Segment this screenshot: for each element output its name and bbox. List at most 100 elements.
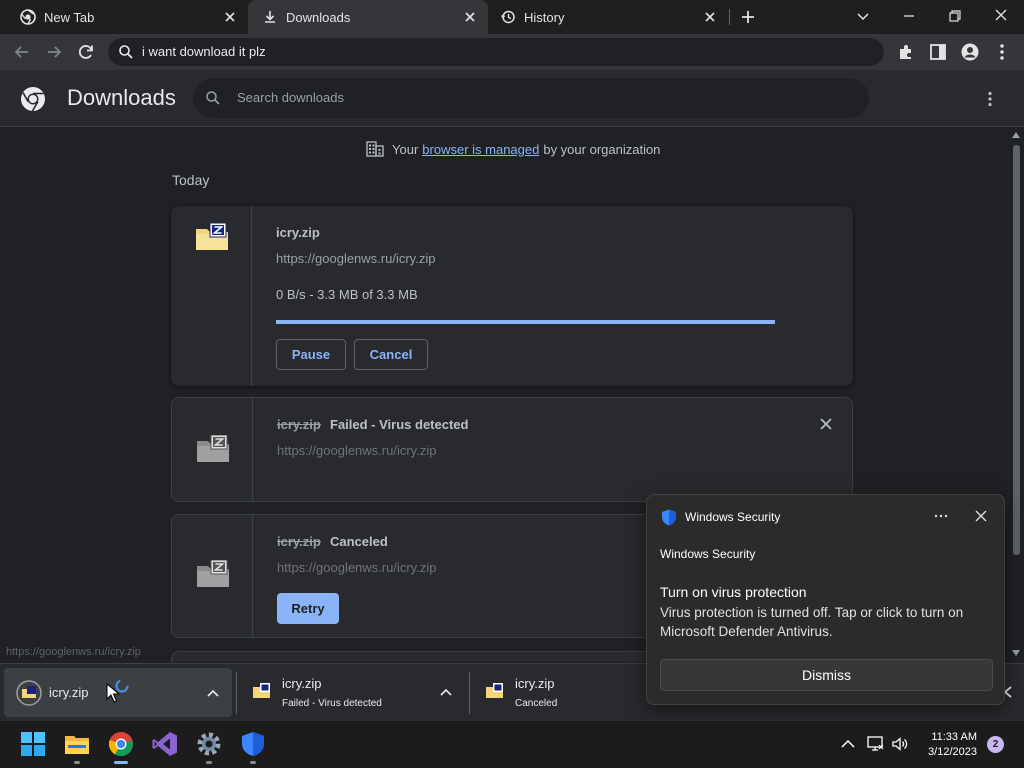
tab-strip: New Tab Downloads History: [0, 0, 1024, 34]
tab-history[interactable]: History: [488, 0, 728, 34]
running-indicator: [250, 761, 256, 764]
section-date-label: Today: [172, 172, 210, 188]
download-item: icry.zip Failed - Virus detected https:/…: [171, 397, 853, 502]
search-downloads-input[interactable]: Search downloads: [193, 78, 869, 118]
taskbar: 11:33 AM 3/12/2023 2: [0, 720, 1024, 768]
profile-icon[interactable]: [960, 42, 980, 62]
extensions-icon[interactable]: [896, 42, 916, 62]
restore-icon[interactable]: [947, 8, 963, 24]
zip-file-icon: [197, 435, 229, 462]
shelf-separator: [236, 672, 237, 714]
close-icon[interactable]: [975, 510, 987, 522]
file-explorer-icon[interactable]: [64, 731, 90, 757]
windows-security-toast[interactable]: Windows Security Windows Security Turn o…: [646, 494, 1005, 705]
settings-gear-icon[interactable]: [196, 731, 222, 757]
download-status: Failed - Virus detected: [330, 417, 469, 432]
progress-text: 0 B/s - 3.3 MB of 3.3 MB: [276, 287, 418, 302]
chevron-up-icon[interactable]: [841, 738, 855, 750]
zip-file-icon: [16, 680, 42, 706]
volume-icon[interactable]: [891, 735, 909, 753]
file-name: icry.zip: [277, 534, 321, 549]
file-url[interactable]: https://googlenws.ru/icry.zip: [277, 560, 436, 575]
chrome-icon: [20, 9, 36, 25]
scroll-up-icon[interactable]: [1012, 132, 1020, 138]
menu-icon[interactable]: [992, 42, 1012, 62]
building-icon: [366, 141, 384, 157]
chevron-up-icon[interactable]: [439, 685, 453, 699]
running-indicator: [206, 761, 212, 764]
back-icon[interactable]: [12, 42, 32, 62]
tab-label: New Tab: [44, 9, 95, 25]
new-tab-icon[interactable]: [739, 8, 757, 26]
file-url[interactable]: https://googlenws.ru/icry.zip: [276, 251, 435, 266]
reload-icon[interactable]: [76, 42, 96, 62]
chevron-down-icon[interactable]: [855, 8, 871, 24]
tab-new-tab[interactable]: New Tab: [0, 0, 248, 34]
file-url[interactable]: https://googlenws.ru/icry.zip: [277, 443, 436, 458]
scrollbar[interactable]: [1008, 127, 1024, 662]
download-icon: [265, 11, 275, 23]
search-icon: [119, 45, 133, 59]
managed-prefix: Your: [392, 141, 419, 157]
windows-security-shield-icon[interactable]: [240, 731, 266, 757]
window-close-icon[interactable]: [993, 7, 1009, 23]
chevron-up-icon[interactable]: [206, 686, 220, 700]
scroll-down-icon[interactable]: [1012, 650, 1020, 656]
shelf-item[interactable]: icry.zip Failed - Virus detected: [240, 664, 468, 721]
search-placeholder: Search downloads: [237, 90, 344, 105]
file-icon-column: [171, 206, 252, 386]
retry-button[interactable]: Retry: [277, 593, 339, 624]
more-options-icon[interactable]: [934, 511, 948, 521]
mouse-cursor-icon: [106, 683, 120, 703]
shelf-item-name: icry.zip: [282, 676, 322, 691]
shelf-separator: [469, 672, 470, 714]
status-bar-url: https://googlenws.ru/icry.zip: [0, 644, 147, 662]
system-clock[interactable]: 11:33 AM 3/12/2023: [928, 730, 977, 760]
remove-icon[interactable]: [819, 417, 833, 431]
scrollbar-thumb[interactable]: [1013, 145, 1020, 555]
chrome-icon[interactable]: [108, 731, 134, 757]
dismiss-button[interactable]: Dismiss: [660, 659, 993, 691]
search-icon: [206, 91, 220, 105]
progress-bar: [276, 320, 775, 324]
visual-studio-icon[interactable]: [152, 731, 178, 757]
close-icon[interactable]: [222, 9, 238, 25]
toast-app-name: Windows Security: [685, 510, 781, 524]
shelf-item-status: Canceled: [515, 698, 558, 709]
close-icon[interactable]: [702, 9, 718, 25]
zip-file-icon: [196, 223, 228, 250]
file-name[interactable]: icry.zip: [276, 225, 320, 240]
shelf-item-status: Failed - Virus detected: [282, 698, 382, 709]
notification-badge[interactable]: 2: [987, 736, 1004, 753]
tab-downloads[interactable]: Downloads: [248, 0, 488, 34]
history-icon: [500, 10, 515, 24]
zip-file-icon: [253, 683, 270, 698]
windows-start-icon[interactable]: [20, 731, 46, 757]
browser-managed-link[interactable]: browser is managed: [422, 142, 539, 157]
tab-label: History: [524, 9, 565, 25]
toast-body: Virus protection is turned off. Tap or c…: [660, 605, 964, 639]
pause-button[interactable]: Pause: [276, 339, 346, 370]
managed-notice: Your browser is managed by your organiza…: [366, 141, 660, 157]
more-options-icon[interactable]: [980, 89, 1000, 109]
toast-heading: Turn on virus protection: [660, 584, 807, 600]
cancel-button[interactable]: Cancel: [354, 339, 428, 370]
tab-separator: [729, 9, 730, 25]
zip-file-icon: [486, 683, 503, 698]
managed-suffix: by your organization: [543, 141, 661, 157]
running-indicator: [74, 761, 80, 764]
shelf-item-name: icry.zip: [515, 676, 555, 691]
file-name: icry.zip: [277, 417, 321, 432]
address-bar[interactable]: i want download it plz: [108, 38, 884, 66]
toast-subtitle: Windows Security: [660, 547, 756, 561]
page-title: Downloads: [67, 85, 176, 110]
browser-toolbar: i want download it plz: [0, 34, 1024, 70]
shield-icon: [662, 509, 676, 526]
forward-icon[interactable]: [44, 42, 64, 62]
download-status: Canceled: [330, 534, 388, 549]
address-text: i want download it plz: [142, 44, 266, 59]
minimize-icon[interactable]: [901, 8, 917, 24]
network-icon[interactable]: [866, 735, 884, 753]
close-icon[interactable]: [462, 9, 478, 25]
side-panel-icon[interactable]: [928, 42, 948, 62]
